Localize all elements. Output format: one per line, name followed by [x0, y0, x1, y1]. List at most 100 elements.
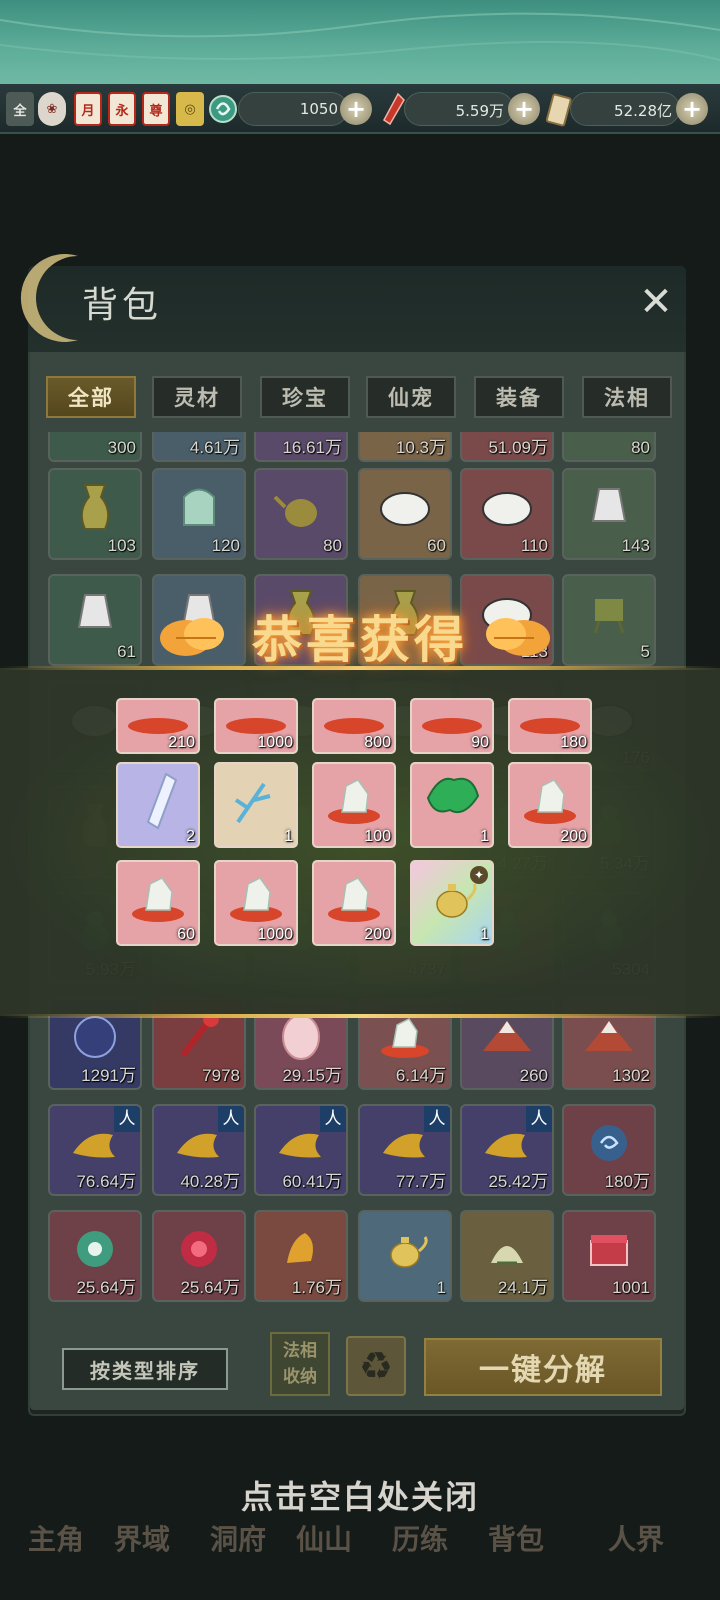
forever-card-badge[interactable]: 永: [108, 92, 136, 126]
nav-item[interactable]: 界域: [114, 1518, 170, 1558]
currency-3-value: 52.28亿: [614, 102, 672, 120]
inventory-slot[interactable]: 300: [48, 432, 142, 462]
item-count: 40.28万: [180, 1172, 240, 1191]
close-icon[interactable]: ✕: [634, 282, 678, 326]
inventory-slot[interactable]: 人 25.42万: [460, 1104, 554, 1196]
month-card-badge[interactable]: 月: [74, 92, 102, 126]
item-count: 10.3万: [395, 438, 446, 457]
porcelain-bowl-icon: [375, 477, 435, 541]
inventory-slot[interactable]: 103: [48, 468, 142, 560]
add-currency-2-button[interactable]: +: [508, 93, 540, 125]
item-count: 16.61万: [282, 438, 342, 457]
item-count: 1001: [612, 1278, 650, 1297]
inventory-slot[interactable]: 1001: [562, 1210, 656, 1302]
realm-tag: 人: [114, 1106, 140, 1132]
jade-swirl-icon: [209, 95, 237, 123]
item-count: 143: [621, 536, 650, 555]
bag-title: 背包: [82, 285, 163, 326]
porcelain-jar-icon: [579, 477, 639, 541]
jade-cup-icon: [169, 477, 229, 541]
flower-badge-icon[interactable]: ❀: [38, 92, 66, 126]
bottom-nav: 主角 界域 洞府 仙山 历练 背包 人界: [0, 1500, 720, 1600]
item-count: 24.1万: [497, 1278, 548, 1297]
item-count: 1: [436, 1278, 446, 1297]
recycle-icon[interactable]: ♻: [346, 1336, 406, 1396]
item-count: 120: [211, 536, 240, 555]
item-count: 1291万: [81, 1066, 136, 1085]
inventory-slot[interactable]: 143: [562, 468, 656, 560]
nav-item[interactable]: 背包: [488, 1518, 544, 1558]
premium-card-badge[interactable]: 尊: [142, 92, 170, 126]
resource-bar: 全 ❀ 月 永 尊 ◎ 1050 + 5.59万 + 52.28亿 +: [0, 84, 720, 134]
add-currency-3-button[interactable]: +: [676, 93, 708, 125]
item-count: 260: [519, 1066, 548, 1085]
inventory-slot[interactable]: 51.09万: [460, 432, 554, 462]
item-count: 300: [107, 438, 136, 457]
item-count: 103: [107, 536, 136, 555]
item-count: 7978: [202, 1066, 240, 1085]
inventory-slot[interactable]: 120: [152, 468, 246, 560]
nav-item[interactable]: 洞府: [210, 1518, 266, 1558]
item-count: 25.64万: [76, 1278, 136, 1297]
bronze-vase-icon: [65, 477, 125, 541]
item-count: 77.7万: [395, 1172, 446, 1191]
nav-item[interactable]: 仙山: [296, 1518, 352, 1558]
item-count: 6.14万: [395, 1066, 446, 1085]
item-count: 80: [631, 438, 650, 457]
item-count: 25.64万: [180, 1278, 240, 1297]
inventory-slot[interactable]: 1.76万: [254, 1210, 348, 1302]
item-count: 61: [117, 642, 136, 661]
dharma-storage-button[interactable]: 法相 收纳: [270, 1332, 330, 1396]
item-count: 76.64万: [76, 1172, 136, 1191]
porcelain-jar-icon: [65, 583, 125, 647]
add-currency-1-button[interactable]: +: [340, 93, 372, 125]
bronze-kettle-icon: [271, 477, 331, 541]
inventory-slot[interactable]: 25.64万: [48, 1210, 142, 1302]
currency-1-value: 1050: [299, 100, 338, 118]
tab-dharma[interactable]: 法相: [582, 376, 672, 418]
sort-by-type-button[interactable]: 按类型排序: [62, 1348, 228, 1390]
tab-treasures[interactable]: 珍宝: [260, 376, 350, 418]
nav-item[interactable]: 历练: [392, 1518, 448, 1558]
item-count: 60.41万: [282, 1172, 342, 1191]
game-screen: 全 ❀ 月 永 尊 ◎ 1050 + 5.59万 + 52.28亿 + 背包 ✕: [0, 0, 720, 1600]
tab-all[interactable]: 全部: [46, 376, 136, 418]
inventory-slot[interactable]: 16.61万: [254, 432, 348, 462]
inventory-slot[interactable]: 24.1万: [460, 1210, 554, 1302]
tab-equipment[interactable]: 装备: [474, 376, 564, 418]
inventory-slot[interactable]: 人 40.28万: [152, 1104, 246, 1196]
inventory-slot[interactable]: 10.3万: [358, 432, 452, 462]
inventory-slot[interactable]: 60: [358, 468, 452, 560]
inventory-slot[interactable]: 1: [358, 1210, 452, 1302]
item-count: 60: [427, 536, 446, 555]
tab-pets[interactable]: 仙宠: [366, 376, 456, 418]
nav-item[interactable]: 主角: [28, 1518, 84, 1558]
reward-overlay-glow: [0, 668, 720, 1016]
inventory-slot[interactable]: 4.61万: [152, 432, 246, 462]
realm-tag: 人: [526, 1106, 552, 1132]
realm-tag: 人: [424, 1106, 450, 1132]
currency-2-value: 5.59万: [455, 102, 504, 120]
inventory-slot[interactable]: 80: [562, 432, 656, 462]
tripod-cauldron-icon: [579, 583, 639, 647]
tab-materials[interactable]: 灵材: [152, 376, 242, 418]
inventory-slot[interactable]: 180万: [562, 1104, 656, 1196]
dharma-storage-label: 法相 收纳: [283, 1341, 317, 1387]
inventory-slot[interactable]: 110: [460, 468, 554, 560]
top-banner: [0, 0, 720, 84]
item-count: 29.15万: [282, 1066, 342, 1085]
nav-item[interactable]: 人界: [608, 1518, 664, 1558]
seal-badge-icon[interactable]: ◎: [176, 92, 204, 126]
one-click-decompose-button[interactable]: 一键分解: [424, 1338, 662, 1396]
inventory-slot[interactable]: 25.64万: [152, 1210, 246, 1302]
inventory-slot[interactable]: 人 60.41万: [254, 1104, 348, 1196]
inventory-slot[interactable]: 5: [562, 574, 656, 666]
realm-tag: 人: [320, 1106, 346, 1132]
item-count: 180万: [604, 1172, 650, 1191]
inventory-slot[interactable]: 人 76.64万: [48, 1104, 142, 1196]
vip-badge-icon[interactable]: 全: [6, 92, 34, 126]
golden-teapot-icon: [375, 1219, 435, 1283]
inventory-slot[interactable]: 80: [254, 468, 348, 560]
inventory-slot[interactable]: 61: [48, 574, 142, 666]
inventory-slot[interactable]: 人 77.7万: [358, 1104, 452, 1196]
